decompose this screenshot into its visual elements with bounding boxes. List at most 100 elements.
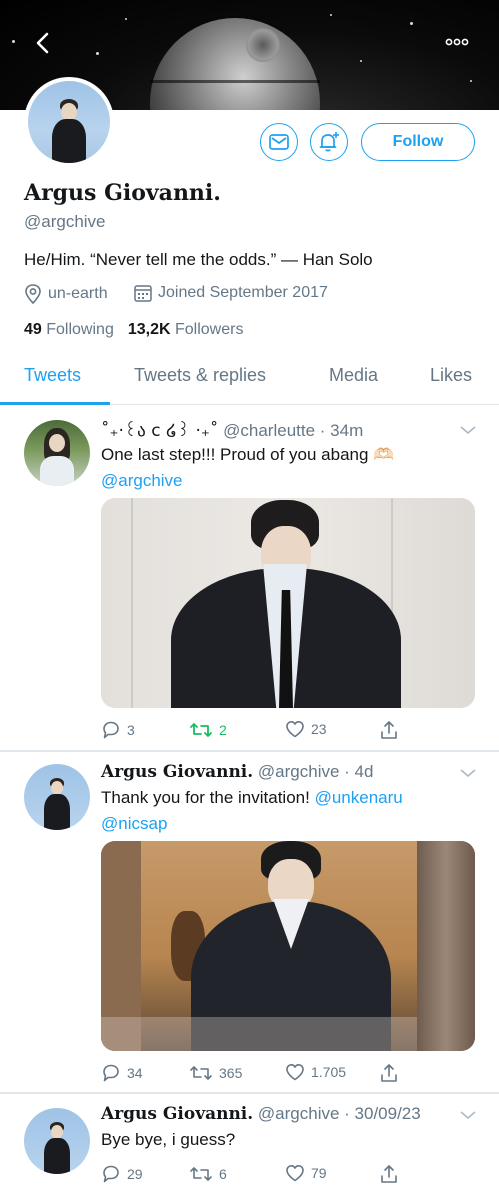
tweet-media[interactable]: [101, 841, 475, 1051]
reply-button[interactable]: 34: [101, 1063, 143, 1083]
tweet-actions: 34 365 1.705: [101, 1063, 401, 1087]
tweet-text: Thank you for the invitation! @unkenaru …: [101, 785, 471, 837]
tab-tweets[interactable]: Tweets: [24, 365, 81, 386]
location-text: un-earth: [48, 285, 108, 302]
profile-avatar[interactable]: [24, 77, 114, 167]
retweet-count: 6: [219, 1166, 227, 1182]
profile-stats: 49 Following 13,2K Followers: [24, 321, 243, 339]
profile-name: Argus Giovanni.: [24, 180, 221, 206]
joined-text: Joined September 2017: [158, 284, 328, 301]
followers-count: 13,2K: [127, 321, 171, 338]
mention-link[interactable]: @unkenaru: [315, 788, 403, 807]
tweet-header: Argus Giovanni. @argchive · 30/09/23: [101, 1104, 421, 1124]
tweet[interactable]: ˚₊‧꒰ა c ໒꒱ ‧₊˚ @charleutte · 34m One las…: [0, 405, 499, 750]
reply-icon: [103, 721, 119, 739]
location-icon: [25, 284, 41, 304]
tweet-body: Thank you for the invitation!: [101, 788, 310, 807]
reply-icon: [103, 1165, 119, 1183]
like-count: 79: [311, 1165, 327, 1181]
like-button[interactable]: 79: [285, 1164, 327, 1182]
following-label: Following: [46, 321, 114, 338]
retweet-button[interactable]: 6: [189, 1164, 227, 1184]
share-button[interactable]: [379, 720, 399, 740]
tweet-handle[interactable]: @argchive: [258, 1104, 340, 1123]
share-icon: [381, 1165, 397, 1183]
tweet-author[interactable]: Argus Giovanni.: [101, 1104, 253, 1124]
retweet-count: 365: [219, 1065, 243, 1081]
tweet-body: Bye bye, i guess?: [101, 1130, 236, 1149]
like-count: 1.705: [311, 1064, 347, 1080]
tab-likes[interactable]: Likes: [430, 365, 472, 386]
tweet-header: ˚₊‧꒰ა c ໒꒱ ‧₊˚ @charleutte · 34m: [101, 421, 364, 441]
tweet-author[interactable]: ˚₊‧꒰ა c ໒꒱ ‧₊˚: [101, 421, 218, 441]
retweet-icon: [190, 1066, 212, 1080]
tweet-avatar[interactable]: [24, 420, 90, 486]
reply-count: 29: [127, 1166, 143, 1182]
tweet-avatar[interactable]: [24, 764, 90, 830]
tweet[interactable]: Argus Giovanni. @argchive · 4d Thank you…: [0, 752, 499, 1092]
mention-link[interactable]: @argchive: [101, 471, 183, 490]
like-icon: [286, 721, 304, 738]
profile-joined: Joined September 2017: [134, 284, 328, 302]
profile-handle: @argchive: [24, 212, 106, 231]
share-icon: [381, 721, 397, 739]
mention-link[interactable]: @nicsap: [101, 814, 167, 833]
tweet-header: Argus Giovanni. @argchive · 4d: [101, 762, 374, 782]
followers-link[interactable]: 13,2K Followers: [128, 321, 244, 339]
reply-count: 34: [127, 1065, 143, 1081]
tweet-text: One last step!!! Proud of you abang 🫶🏻 @…: [101, 442, 471, 494]
tweet-handle[interactable]: @argchive: [258, 762, 340, 781]
more-icon: [445, 38, 469, 46]
chevron-down-icon[interactable]: [458, 423, 478, 437]
like-icon: [286, 1165, 304, 1182]
more-options-button[interactable]: [442, 30, 472, 54]
bell-plus-icon: [319, 132, 339, 152]
retweet-button[interactable]: 2: [189, 720, 227, 740]
chevron-down-icon[interactable]: [458, 766, 478, 780]
tweet-text: Bye bye, i guess?: [101, 1127, 471, 1153]
back-arrow-icon: [36, 32, 49, 54]
like-button[interactable]: 1.705: [285, 1063, 346, 1081]
tweet-time: 30/09/23: [354, 1104, 421, 1123]
reply-button[interactable]: 29: [101, 1164, 143, 1184]
follow-button[interactable]: Follow: [361, 123, 475, 161]
retweet-icon: [190, 1167, 212, 1181]
tweet[interactable]: Argus Giovanni. @argchive · 30/09/23 Bye…: [0, 1094, 499, 1200]
like-count: 23: [311, 721, 327, 737]
tweet-media[interactable]: [101, 498, 475, 708]
tweet-avatar[interactable]: [24, 1108, 90, 1174]
share-icon: [381, 1064, 397, 1082]
calendar-icon: [134, 285, 152, 302]
death-star-image: [150, 18, 320, 110]
like-icon: [286, 1064, 304, 1081]
share-button[interactable]: [379, 1164, 399, 1184]
retweet-icon: [190, 723, 212, 737]
tweet-body: One last step!!! Proud of you abang 🫶🏻: [101, 445, 395, 464]
following-link[interactable]: 49 Following: [24, 321, 114, 339]
tweet-actions: 3 2 23: [101, 720, 401, 744]
reply-button[interactable]: 3: [101, 720, 135, 740]
reply-count: 3: [127, 722, 135, 738]
notifications-button[interactable]: [310, 123, 348, 161]
like-button[interactable]: 23: [285, 720, 327, 738]
back-button[interactable]: [28, 26, 58, 60]
share-button[interactable]: [379, 1063, 399, 1083]
profile-bio: He/Him. “Never tell me the odds.” — Han …: [24, 250, 373, 269]
tweet-author[interactable]: Argus Giovanni.: [101, 762, 253, 782]
profile-location: un-earth: [24, 284, 108, 304]
tab-media[interactable]: Media: [329, 365, 378, 386]
followers-label: Followers: [175, 321, 244, 338]
tweet-handle[interactable]: @charleutte: [223, 421, 315, 440]
chevron-down-icon[interactable]: [458, 1108, 478, 1122]
reply-icon: [103, 1064, 119, 1082]
message-button[interactable]: [260, 123, 298, 161]
retweet-button[interactable]: 365: [189, 1063, 242, 1083]
tweet-time: 34m: [330, 421, 364, 440]
tweet-actions: 29 6 79: [101, 1164, 401, 1188]
profile-tabs: Tweets Tweets & replies Media Likes: [0, 355, 499, 405]
mail-icon: [269, 134, 289, 150]
death-star-dish: [246, 28, 280, 62]
tab-tweets-replies[interactable]: Tweets & replies: [134, 365, 266, 386]
retweet-count: 2: [219, 722, 227, 738]
following-count: 49: [24, 321, 42, 338]
